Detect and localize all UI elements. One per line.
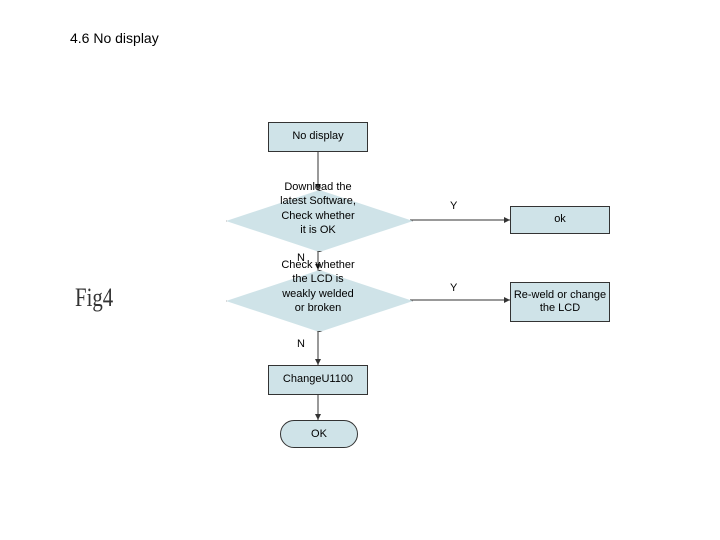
node-decision-software — [226, 190, 413, 252]
section-title: 4.6 No display — [70, 30, 159, 46]
node-result-reweld: Re-weld or change the LCD — [510, 282, 610, 322]
edge-n-1: N — [297, 252, 305, 264]
edge-y-2: Y — [450, 282, 457, 294]
figure-label: Fig4 — [75, 283, 113, 313]
edge-n-2: N — [297, 338, 305, 350]
flow-connectors — [0, 0, 720, 540]
node-result-ok: ok — [510, 206, 610, 234]
node-start: No display — [268, 122, 368, 152]
node-terminator-ok: OK — [280, 420, 358, 448]
node-change-u1100: ChangeU1100 — [268, 365, 368, 395]
edge-y-1: Y — [450, 200, 457, 212]
node-decision-lcd — [226, 270, 413, 332]
